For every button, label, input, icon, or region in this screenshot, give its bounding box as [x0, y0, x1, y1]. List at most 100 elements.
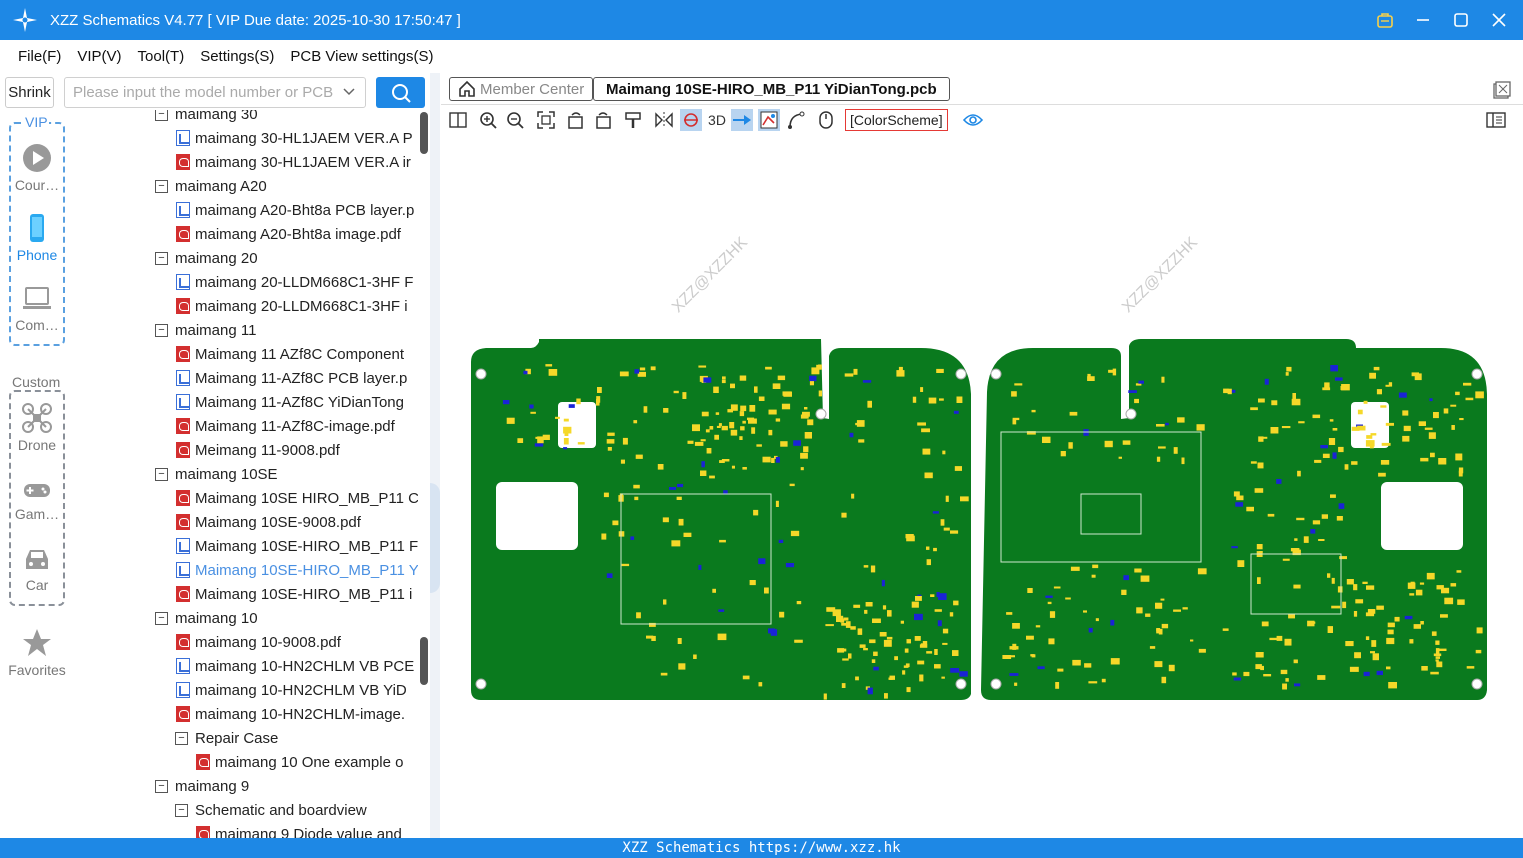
pcb-pad[interactable] [1338, 503, 1345, 509]
pcb-pad[interactable] [687, 440, 694, 444]
pcb-pad[interactable] [1035, 625, 1041, 628]
chevron-down-icon[interactable] [343, 85, 355, 100]
pcb-pad[interactable] [682, 392, 687, 399]
pcb-pad[interactable] [1466, 666, 1475, 669]
tree-file[interactable]: maimang 10-HN2CHLM VB PCE [176, 654, 418, 678]
pcb-pad[interactable] [753, 509, 759, 516]
close-button[interactable] [1487, 8, 1511, 32]
pcb-pad[interactable] [1378, 472, 1386, 477]
pcb-pad[interactable] [601, 533, 607, 540]
pcb-pad[interactable] [716, 425, 721, 428]
pcb-pad[interactable] [764, 587, 769, 594]
collapse-toggle-icon[interactable]: − [155, 110, 168, 121]
pcb-pad[interactable] [1388, 682, 1397, 689]
pcb-pad[interactable] [1250, 461, 1257, 464]
pcb-pad[interactable] [1110, 658, 1120, 665]
pcb-pad[interactable] [718, 609, 725, 612]
pcb-pad[interactable] [865, 602, 873, 607]
pcb-pad[interactable] [1155, 602, 1163, 609]
pcb-pad[interactable] [1344, 464, 1349, 470]
collapse-toggle-icon[interactable]: − [155, 779, 168, 793]
pcb-pad[interactable] [1258, 398, 1265, 403]
pcb-pad[interactable] [1136, 607, 1143, 614]
panel-splitter[interactable] [430, 73, 440, 838]
pcb-pad[interactable] [1475, 391, 1484, 399]
tree-file[interactable]: Maimang 11-AZf8C YiDianTong [176, 390, 418, 414]
pcb-pad[interactable] [1057, 668, 1064, 672]
pcb-pad[interactable] [563, 447, 568, 450]
pcb-pad[interactable] [841, 623, 848, 626]
pcb-pad[interactable] [1140, 575, 1150, 582]
tree-file[interactable]: maimang 20-LLDM668C1-3HF F [176, 270, 418, 294]
pcb-pad[interactable] [912, 396, 917, 403]
pcb-pad[interactable] [1366, 585, 1375, 590]
pcb-pad[interactable] [633, 484, 640, 489]
pcb-pad[interactable] [1293, 584, 1301, 589]
pcb-pad[interactable] [620, 459, 625, 464]
pcb-pad[interactable] [619, 371, 629, 377]
pcb-pad[interactable] [1002, 655, 1012, 659]
bag-icon[interactable] [1373, 8, 1397, 32]
pcb-pad[interactable] [1411, 372, 1419, 377]
pcb-pad[interactable] [1341, 384, 1350, 391]
pcb-pad[interactable] [542, 434, 550, 440]
pcb-pad[interactable] [1424, 427, 1433, 430]
search-button[interactable] [376, 77, 425, 108]
pcb-pad[interactable] [842, 658, 849, 661]
pcb-pad[interactable] [1065, 597, 1071, 600]
split-view-icon[interactable] [447, 109, 469, 131]
pcb-pad[interactable] [1284, 638, 1292, 646]
tree-file[interactable]: Maimang 11 AZf8C Component [176, 342, 418, 366]
pcb-pad[interactable] [1455, 391, 1460, 396]
pcb-pad[interactable] [1365, 440, 1375, 447]
pcb-pad[interactable] [1376, 670, 1383, 676]
tree-file[interactable]: maimang 9 Diode value and [196, 822, 418, 838]
pcb-pad[interactable] [669, 487, 677, 490]
pcb-pad[interactable] [1012, 643, 1017, 650]
tree-folder[interactable]: − maimang A20 [155, 174, 418, 198]
minimize-button[interactable] [1411, 8, 1435, 32]
pcb-pad[interactable] [883, 639, 892, 647]
pcb-pad[interactable] [1037, 666, 1045, 670]
pcb-pad[interactable] [849, 432, 854, 438]
pcb-pad[interactable] [928, 397, 937, 404]
pcb-pad[interactable] [730, 383, 735, 389]
pcb-pad[interactable] [953, 410, 959, 414]
pcb-pad[interactable] [673, 390, 679, 394]
pcb-pad[interactable] [1158, 446, 1166, 449]
pcb-pad[interactable] [1386, 666, 1391, 670]
pcb-pad[interactable] [1331, 577, 1335, 584]
pcb-pad[interactable] [1312, 414, 1321, 419]
pcb-pad[interactable] [1433, 412, 1439, 419]
pcb-pad[interactable] [1246, 506, 1254, 512]
sidebar-item-phone[interactable]: Phone [5, 213, 69, 269]
pcb-pad[interactable] [772, 383, 781, 389]
pcb-pad[interactable] [530, 411, 536, 414]
pcb-pad[interactable] [1420, 457, 1429, 462]
pcb-pad[interactable] [657, 464, 664, 470]
pcb-pad[interactable] [758, 682, 763, 687]
pcb-pad[interactable] [1161, 376, 1165, 383]
pcb-pad[interactable] [1181, 457, 1185, 465]
pcb-pad[interactable] [768, 628, 776, 634]
pcb-pad[interactable] [1121, 589, 1127, 595]
pcb-pad[interactable] [700, 439, 706, 442]
pcb-pad[interactable] [1232, 672, 1237, 676]
pcb-pad[interactable] [719, 539, 726, 543]
rotate-left-icon[interactable] [565, 109, 587, 131]
pcb-pad[interactable] [1173, 447, 1178, 454]
pcb-pad[interactable] [1276, 479, 1282, 484]
pcb-pad[interactable] [1463, 382, 1472, 386]
pcb-pad[interactable] [677, 638, 682, 644]
pcb-pad[interactable] [1101, 678, 1106, 683]
menu-tool[interactable]: Tool(T) [138, 48, 185, 65]
menu-pcb-view-settings[interactable]: PCB View settings(S) [290, 48, 433, 65]
pcb-pad[interactable] [1297, 470, 1301, 477]
pcb-pad[interactable] [1386, 637, 1395, 645]
pcb-pad[interactable] [1351, 461, 1358, 465]
shrink-button[interactable]: Shrink [5, 77, 54, 108]
pcb-pad[interactable] [739, 375, 747, 381]
pcb-pad[interactable] [1261, 621, 1269, 627]
pcb-pad[interactable] [953, 600, 959, 606]
pcb-pad[interactable] [1012, 623, 1020, 629]
